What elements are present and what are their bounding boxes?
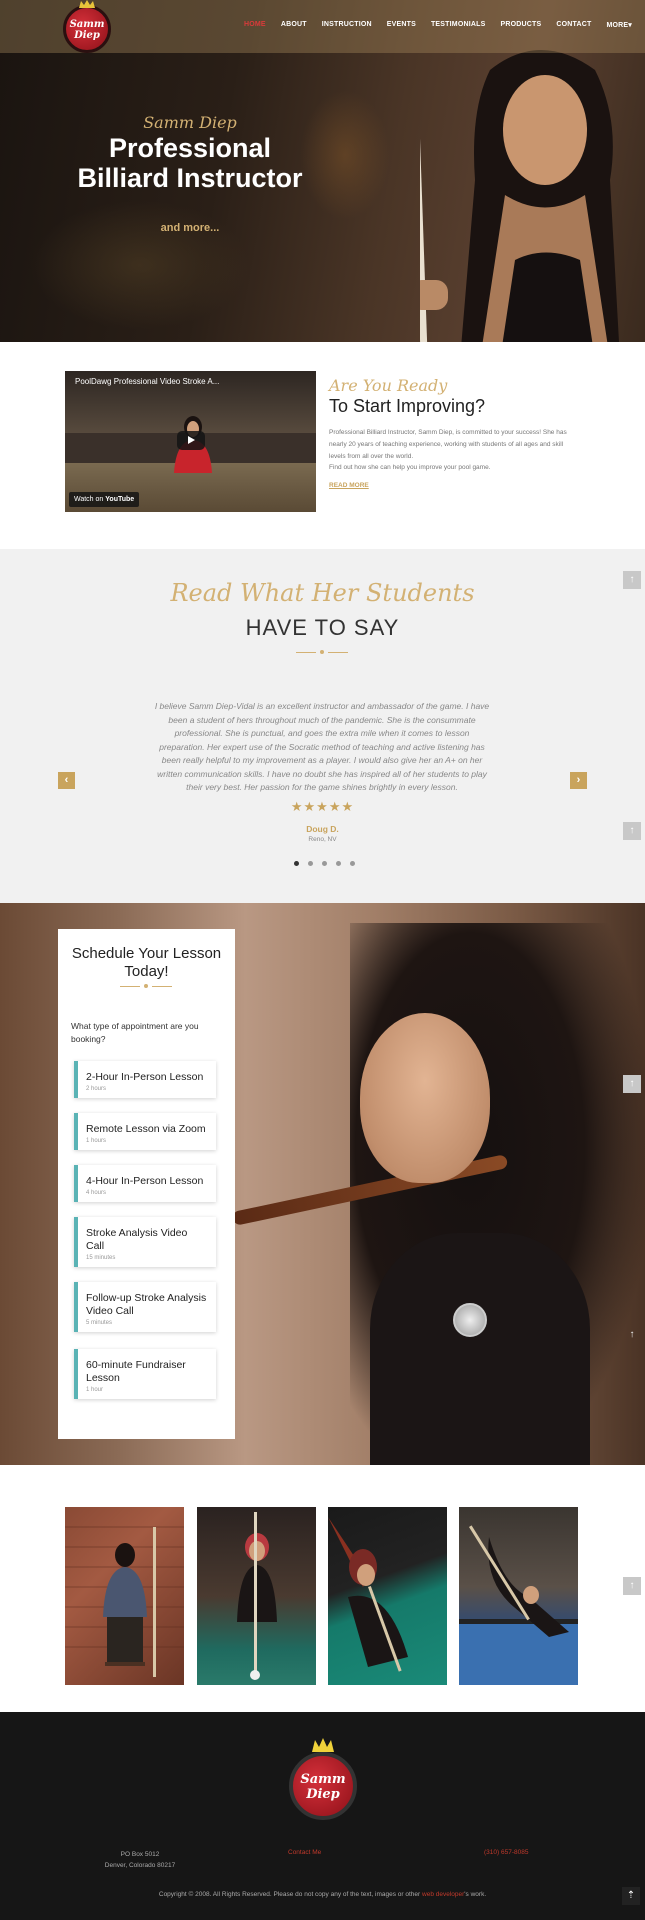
appointment-duration: 15 minutes xyxy=(86,1255,116,1261)
youtube-video-embed[interactable]: PoolDawg Professional Video Stroke A... … xyxy=(65,371,316,512)
appointment-option[interactable]: 60-minute Fundraiser Lesson 1 hour xyxy=(74,1349,216,1399)
back-to-top-icon[interactable]: ⇡ xyxy=(622,1887,640,1905)
booking-question: What type of appointment are you booking… xyxy=(71,1021,199,1044)
booking-widget: Schedule Your Lesson Today! What type of… xyxy=(58,929,235,1439)
appointment-option[interactable]: 2-Hour In-Person Lesson 2 hours xyxy=(74,1061,216,1098)
address-line1: PO Box 5012 xyxy=(120,1851,160,1858)
ready-script-heading: Are You Ready xyxy=(329,376,448,395)
nav-products[interactable]: PRODUCTS xyxy=(500,21,541,29)
gallery-photo-4[interactable] xyxy=(459,1507,578,1685)
scroll-top-icon[interactable]: ↑ xyxy=(623,571,641,589)
watch-on-youtube[interactable]: Watch on YouTube xyxy=(69,492,140,507)
play-button-icon[interactable] xyxy=(177,431,205,450)
nav-more-dropdown[interactable]: MORE▾ xyxy=(606,21,632,29)
appointment-name: Remote Lesson via Zoom xyxy=(86,1123,206,1135)
footer-crown-icon xyxy=(312,1738,334,1752)
main-nav: HOME ABOUT INSTRUCTION EVENTS TESTIMONIA… xyxy=(244,21,645,29)
footer-contact-link[interactable]: Contact Me xyxy=(288,1849,321,1856)
appointment-name: 60-minute Fundraiser Lesson xyxy=(86,1359,186,1384)
hero-background-table xyxy=(30,200,250,330)
testimonials-title: HAVE TO SAY xyxy=(245,615,400,640)
appointment-option[interactable]: 4-Hour In-Person Lesson 4 hours xyxy=(74,1165,216,1202)
scroll-top-icon[interactable]: ↑ xyxy=(623,1326,641,1344)
scroll-top-icon[interactable]: ↑ xyxy=(623,1075,641,1093)
web-developer-link[interactable]: web developer xyxy=(422,1891,464,1898)
star-rating: ★★★★★ xyxy=(290,799,355,814)
testimonial-author: Doug D. xyxy=(306,824,339,834)
carousel-dots xyxy=(294,861,355,866)
carousel-dot[interactable] xyxy=(308,861,313,866)
appointment-option[interactable]: Stroke Analysis Video Call 15 minutes xyxy=(74,1217,216,1267)
testimonials-section: Read What Her Students HAVE TO SAY I bel… xyxy=(0,549,645,903)
site-logo[interactable]: Samm Diep xyxy=(63,5,111,53)
testimonials-script-heading: Read What Her Students xyxy=(170,579,475,607)
appointment-name: 4-Hour In-Person Lesson xyxy=(86,1175,204,1187)
pendant-necklace xyxy=(453,1303,487,1337)
gallery-photo-3[interactable] xyxy=(328,1507,447,1685)
hero-subtitle: and more... xyxy=(160,222,220,234)
hero-title: Professional Billiard Instructor xyxy=(77,133,303,193)
carousel-dot[interactable] xyxy=(336,861,341,866)
logo-text-line1: Samm xyxy=(69,19,105,30)
hero-instructor-photo xyxy=(420,50,619,342)
footer-logo-line1: Samm xyxy=(300,1772,346,1787)
youtube-logo: YouTube xyxy=(105,496,135,503)
testimonial-quote: I believe Samm Diep-Vidal is an excellen… xyxy=(154,701,490,792)
appointment-name: Follow-up Stroke Analysis Video Call xyxy=(86,1292,207,1317)
address-line2: Denver, Colorado 80217 xyxy=(104,1862,176,1869)
nav-contact[interactable]: CONTACT xyxy=(556,21,591,29)
appointment-duration: 1 hours xyxy=(86,1138,107,1144)
logo-text-line2: Diep xyxy=(74,30,100,41)
appointment-duration: 2 hours xyxy=(86,1086,107,1092)
scroll-top-icon[interactable]: ↑ xyxy=(623,1577,641,1595)
carousel-prev-button[interactable]: ‹ xyxy=(58,772,75,789)
nav-events[interactable]: EVENTS xyxy=(387,21,416,29)
nav-instruction[interactable]: INSTRUCTION xyxy=(322,21,372,29)
site-footer: Samm Diep PO Box 5012 Denver, Colorado 80… xyxy=(0,1712,645,1920)
ornament-divider xyxy=(296,649,348,655)
ready-title: To Start Improving? xyxy=(329,396,486,416)
footer-phone-link[interactable]: (310) 657-8085 xyxy=(484,1849,528,1856)
carousel-dot[interactable] xyxy=(294,861,299,866)
copyright-text: Copyright © 2008. All Rights Reserved. P… xyxy=(158,1891,487,1898)
video-title: PoolDawg Professional Video Stroke A... xyxy=(75,377,220,386)
footer-address: PO Box 5012 Denver, Colorado 80217 xyxy=(100,1849,180,1871)
ornament-divider xyxy=(120,983,172,989)
testimonial-location: Reno, NV xyxy=(308,836,337,843)
nav-about[interactable]: ABOUT xyxy=(281,21,307,29)
appointment-duration: 4 hours xyxy=(86,1190,107,1196)
appointment-duration: 5 minutes xyxy=(86,1320,113,1326)
footer-logo[interactable]: Samm Diep xyxy=(289,1752,357,1820)
carousel-next-button[interactable]: › xyxy=(570,772,587,789)
intro-paragraph-2: Find out how she can help you improve yo… xyxy=(329,464,491,471)
nav-home[interactable]: HOME xyxy=(244,21,266,29)
read-more-link[interactable]: READ MORE xyxy=(329,482,369,489)
hero-script-name: Samm Diep xyxy=(143,113,237,132)
scroll-top-icon[interactable]: ↑ xyxy=(623,822,641,840)
appointment-name: 2-Hour In-Person Lesson xyxy=(86,1071,204,1083)
footer-logo-line2: Diep xyxy=(306,1787,340,1802)
carousel-dot[interactable] xyxy=(322,861,327,866)
appointment-option[interactable]: Remote Lesson via Zoom 1 hours xyxy=(74,1113,216,1150)
nav-testimonials[interactable]: TESTIMONIALS xyxy=(431,21,486,29)
crown-icon xyxy=(79,0,95,8)
booking-title: Schedule Your Lesson Today! xyxy=(71,945,222,980)
gallery-photo-2[interactable] xyxy=(197,1507,316,1685)
carousel-dot[interactable] xyxy=(350,861,355,866)
gallery-photo-1[interactable] xyxy=(65,1507,184,1685)
appointment-option[interactable]: Follow-up Stroke Analysis Video Call 5 m… xyxy=(74,1282,216,1332)
intro-paragraph: Professional Billiard Instructor, Samm D… xyxy=(329,429,567,460)
appointment-duration: 1 hour xyxy=(86,1387,104,1393)
hero-background-light xyxy=(300,90,390,220)
appointment-name: Stroke Analysis Video Call xyxy=(86,1227,188,1252)
